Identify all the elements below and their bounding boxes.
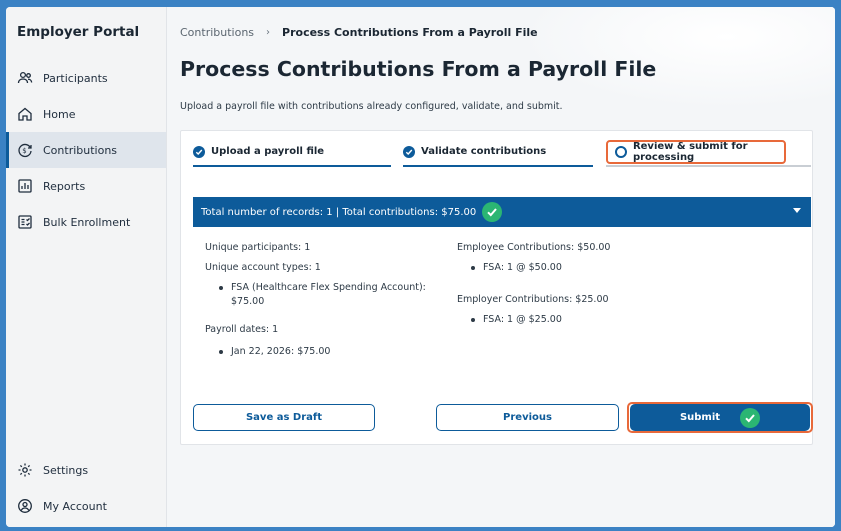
- contributions-icon: $: [17, 142, 33, 158]
- sidebar-item-my-account[interactable]: My Account: [6, 488, 166, 524]
- sidebar-item-label: My Account: [43, 499, 107, 513]
- unique-account-types: Unique account types: 1: [205, 262, 321, 273]
- sidebar-item-label: Settings: [43, 463, 89, 477]
- stepper: Upload a payroll file Validate contribut…: [181, 131, 812, 171]
- current-step-highlight: [606, 140, 786, 164]
- check-circle-icon: [482, 202, 503, 222]
- check-circle-icon: [403, 145, 415, 158]
- bulk-enrollment-icon: [17, 214, 33, 230]
- employee-contribution-item: FSA: 1 @ $50.00: [457, 262, 610, 274]
- account-type-amount: $75.00: [231, 296, 265, 307]
- reports-icon: [17, 178, 33, 194]
- sidebar-item-settings[interactable]: Settings: [6, 452, 166, 488]
- brand-title: Employer Portal: [17, 24, 140, 40]
- step-upload[interactable]: Upload a payroll file: [193, 141, 391, 167]
- sidebar-item-contributions[interactable]: $ Contributions: [6, 132, 166, 168]
- unique-participants: Unique participants: 1: [205, 242, 311, 253]
- svg-text:$: $: [22, 147, 26, 155]
- employer-contribution-item: FSA: 1 @ $25.00: [457, 314, 610, 326]
- breadcrumb: Contributions › Process Contributions Fr…: [180, 24, 821, 40]
- page-subtitle: Upload a payroll file with contributions…: [180, 101, 563, 112]
- app-window: Employer Portal Participants Home $ Cont…: [6, 7, 835, 527]
- process-card: Upload a payroll file Validate contribut…: [180, 130, 813, 445]
- breadcrumb-parent-link[interactable]: Contributions: [180, 26, 254, 39]
- payroll-dates: Payroll dates: 1: [205, 324, 279, 335]
- sidebar: Employer Portal Participants Home $ Cont…: [6, 7, 167, 527]
- previous-button[interactable]: Previous: [436, 404, 619, 431]
- page-title: Process Contributions From a Payroll Fil…: [180, 57, 657, 81]
- account-icon: [17, 498, 33, 514]
- home-icon: [17, 106, 33, 122]
- gear-icon: [17, 462, 33, 478]
- sidebar-item-bulk-enrollment[interactable]: Bulk Enrollment: [6, 204, 166, 240]
- chevron-down-icon[interactable]: [793, 208, 801, 213]
- breadcrumb-separator-icon: ›: [266, 26, 271, 38]
- sidebar-item-label: Contributions: [43, 143, 118, 157]
- sidebar-item-label: Bulk Enrollment: [43, 215, 131, 229]
- sidebar-item-home[interactable]: Home: [6, 96, 166, 132]
- step-label: Validate contributions: [421, 146, 547, 157]
- account-type-item: FSA (Healthcare Flex Spending Account):: [205, 282, 426, 294]
- save-draft-button[interactable]: Save as Draft: [193, 404, 375, 431]
- sidebar-bottom: Settings My Account: [6, 452, 166, 524]
- step-label: Upload a payroll file: [211, 146, 325, 157]
- summary-header-text: Total number of records: 1 | Total contr…: [201, 206, 477, 218]
- step-validate[interactable]: Validate contributions: [403, 141, 593, 167]
- payroll-date-item: Jan 22, 2026: $75.00: [205, 346, 426, 358]
- sidebar-item-participants[interactable]: Participants: [6, 60, 166, 96]
- sidebar-item-label: Reports: [43, 179, 86, 193]
- check-circle-icon: [193, 145, 205, 158]
- main-area: Contributions › Process Contributions Fr…: [167, 7, 835, 527]
- breadcrumb-current: Process Contributions From a Payroll Fil…: [282, 25, 538, 39]
- summary-right-column: Employee Contributions: $50.00 FSA: 1 @ …: [457, 242, 610, 334]
- summary-left-column: Unique participants: 1 Unique account ty…: [205, 242, 426, 366]
- summary-header[interactable]: Total number of records: 1 | Total contr…: [193, 197, 811, 227]
- employee-contributions: Employee Contributions: $50.00: [457, 242, 611, 253]
- main-content: Contributions › Process Contributions Fr…: [180, 7, 821, 445]
- sidebar-item-label: Home: [43, 107, 76, 121]
- sidebar-item-reports[interactable]: Reports: [6, 168, 166, 204]
- employer-contributions: Employer Contributions: $25.00: [457, 294, 609, 305]
- sidebar-item-label: Participants: [43, 71, 108, 85]
- submit-highlight: [627, 402, 813, 433]
- participants-icon: [17, 70, 33, 86]
